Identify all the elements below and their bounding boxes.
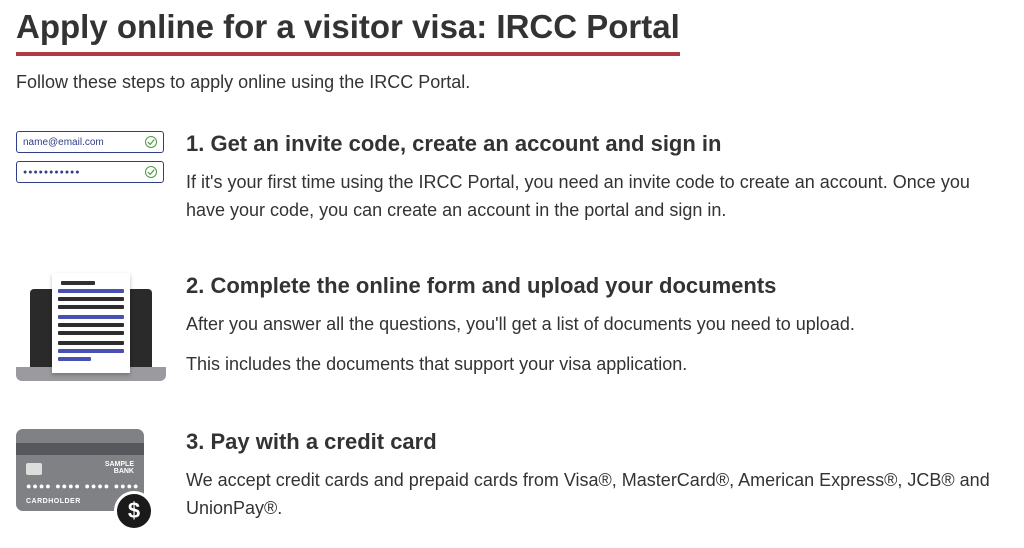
card-number-mask: ●●●● ●●●● ●●●● ●●●● bbox=[26, 481, 139, 491]
step-1-heading: 1. Get an invite code, create an account… bbox=[186, 131, 1008, 157]
step-2-body-a: After you answer all the questions, you'… bbox=[186, 311, 1008, 339]
card-bank-line1: SAMPLE bbox=[105, 461, 134, 469]
dollar-badge-icon: $ bbox=[114, 491, 154, 531]
step-2-body-b: This includes the documents that support… bbox=[186, 351, 1008, 379]
step-3: SAMPLE BANK ●●●● ●●●● ●●●● ●●●● CARDHOLD… bbox=[16, 429, 1008, 529]
step-3-body: We accept credit cards and prepaid cards… bbox=[186, 467, 1008, 523]
checkmark-icon bbox=[145, 136, 157, 148]
login-form-icon: name@email.com ●●●●●●●●●●● bbox=[16, 131, 186, 191]
step-1-body: If it's your first time using the IRCC P… bbox=[186, 169, 1008, 225]
step-2: 2. Complete the online form and upload y… bbox=[16, 273, 1008, 381]
password-field-graphic: ●●●●●●●●●●● bbox=[16, 161, 164, 183]
laptop-document-icon bbox=[16, 273, 186, 381]
step-1: name@email.com ●●●●●●●●●●● 1. Get an inv… bbox=[16, 131, 1008, 225]
intro-text: Follow these steps to apply online using… bbox=[16, 72, 1008, 93]
step-3-heading: 3. Pay with a credit card bbox=[186, 429, 1008, 455]
email-placeholder-text: name@email.com bbox=[23, 137, 104, 148]
credit-card-icon: SAMPLE BANK ●●●● ●●●● ●●●● ●●●● CARDHOLD… bbox=[16, 429, 186, 529]
checkmark-icon bbox=[145, 166, 157, 178]
email-field-graphic: name@email.com bbox=[16, 131, 164, 153]
page-title: Apply online for a visitor visa: IRCC Po… bbox=[16, 8, 680, 56]
card-holder-label: CARDHOLDER bbox=[26, 498, 81, 505]
card-bank-line2: BANK bbox=[105, 468, 134, 476]
step-2-heading: 2. Complete the online form and upload y… bbox=[186, 273, 1008, 299]
password-mask-text: ●●●●●●●●●●● bbox=[23, 169, 81, 176]
